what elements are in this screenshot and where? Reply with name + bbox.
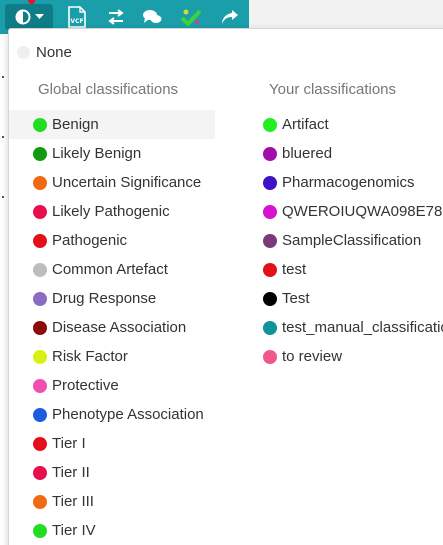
classification-color-dot [33, 117, 47, 132]
global-option-tier-ii[interactable]: Tier II [9, 458, 215, 487]
none-label: None [36, 43, 72, 61]
swap-button[interactable] [101, 4, 131, 30]
global-option-drug-response[interactable]: Drug Response [9, 284, 215, 313]
your-classifications-heading: Your classifications [269, 81, 397, 98]
classification-color-dot [33, 436, 47, 451]
comments-button[interactable] [137, 4, 167, 30]
validate-button[interactable] [176, 4, 206, 30]
your-option-test-manual-classification[interactable]: test_manual_classification [259, 313, 443, 342]
global-option-pathogenic[interactable]: Pathogenic [9, 226, 215, 255]
your-option-sampleclassification[interactable]: SampleClassification [259, 226, 443, 255]
your-option-pharmacogenomics[interactable]: Pharmacogenomics [259, 168, 443, 197]
your-option-test[interactable]: test [259, 255, 443, 284]
global-option-likely-benign[interactable]: Likely Benign [9, 139, 215, 168]
classification-color-dot [263, 146, 277, 161]
caret-down-icon [34, 14, 44, 19]
none-color-dot [17, 45, 30, 59]
classification-color-dot [33, 233, 47, 248]
classification-color-dot [263, 349, 277, 364]
your-option-to-review[interactable]: to review [259, 342, 443, 371]
vcf-label: VCF [70, 18, 83, 25]
page: VCF None Global classifications Your cla… [0, 0, 443, 545]
background-tick [2, 76, 4, 78]
your-option-qweroiuqwa098e78[interactable]: QWEROIUQWA098E78 [259, 197, 443, 226]
classification-color-dot [33, 378, 47, 393]
classification-label: Artifact [282, 116, 329, 133]
classification-color-dot [33, 494, 47, 509]
global-option-benign[interactable]: Benign [9, 110, 215, 139]
global-option-disease-association[interactable]: Disease Association [9, 313, 215, 342]
comments-icon [143, 10, 162, 23]
global-option-common-artefact[interactable]: Common Artefact [9, 255, 215, 284]
global-option-phenotype-association[interactable]: Phenotype Association [9, 400, 215, 429]
share-forward-icon [222, 10, 238, 24]
your-classifications-list: Artifact bluered Pharmacogenomics QWEROIUQW… [259, 110, 443, 371]
classification-color-dot [263, 320, 277, 335]
your-option-bluered[interactable]: bluered [259, 139, 443, 168]
classification-none-option[interactable]: None [17, 42, 72, 62]
classification-label: Tier III [52, 493, 94, 510]
global-option-risk-factor[interactable]: Risk Factor [9, 342, 215, 371]
global-option-tier-iii[interactable]: Tier III [9, 487, 215, 516]
classification-dropdown-button[interactable] [5, 4, 53, 30]
vcf-file-icon: VCF [68, 6, 86, 28]
classification-color-dot [33, 465, 47, 480]
classification-color-dot [33, 262, 47, 277]
classification-color-dot [263, 204, 277, 219]
global-option-tier-i[interactable]: Tier I [9, 429, 215, 458]
global-classifications-heading: Global classifications [38, 81, 179, 98]
background-tick [2, 136, 4, 138]
classification-color-dot [263, 233, 277, 248]
classification-dropdown-menu: None Global classifications Your classif… [8, 28, 443, 545]
classification-label: Pharmacogenomics [282, 174, 415, 191]
classification-label: to review [282, 348, 343, 365]
classification-icon [15, 9, 30, 25]
classification-color-dot [263, 291, 277, 306]
classification-color-dot [33, 407, 47, 422]
classification-color-dot [263, 262, 277, 277]
classification-label: Phenotype Association [52, 406, 204, 423]
classification-color-dot [33, 146, 47, 161]
background-tick [2, 196, 4, 198]
classification-label: Likely Benign [52, 145, 142, 162]
classification-color-dot [33, 523, 47, 538]
classification-label: test_manual_classification [282, 319, 443, 336]
classification-color-dot [33, 349, 47, 364]
classification-color-dot [263, 175, 277, 190]
global-option-tier-iv[interactable]: Tier IV [9, 516, 215, 545]
share-button[interactable] [215, 4, 245, 30]
classification-label: bluered [282, 145, 333, 162]
classification-color-dot [33, 291, 47, 306]
classification-label: test [282, 261, 307, 278]
classification-label: Benign [52, 116, 99, 133]
classification-label: Tier IV [52, 522, 96, 539]
classification-label: Common Artefact [52, 261, 168, 278]
classification-label: Risk Factor [52, 348, 128, 365]
green-check-icon [180, 9, 202, 26]
classification-label: Disease Association [52, 319, 187, 336]
classification-label: Test [282, 290, 310, 307]
classification-color-dot [33, 204, 47, 219]
vcf-export-button[interactable]: VCF [62, 4, 92, 30]
your-option-test[interactable]: Test [259, 284, 443, 313]
classification-color-dot [33, 175, 47, 190]
classification-color-dot [263, 117, 277, 132]
classification-label: QWEROIUQWA098E78 [282, 203, 443, 220]
classification-label: Tier I [52, 435, 86, 452]
swap-arrows-icon [108, 9, 124, 25]
global-option-protective[interactable]: Protective [9, 371, 215, 400]
classification-color-dot [33, 320, 47, 335]
global-option-likely-pathogenic[interactable]: Likely Pathogenic [9, 197, 215, 226]
your-option-artifact[interactable]: Artifact [259, 110, 443, 139]
classification-label: SampleClassification [282, 232, 422, 249]
classification-label: Likely Pathogenic [52, 203, 170, 220]
global-option-uncertain-significance[interactable]: Uncertain Significance [9, 168, 215, 197]
classification-label: Protective [52, 377, 119, 394]
classification-label: Pathogenic [52, 232, 128, 249]
classification-label: Tier II [52, 464, 90, 481]
classification-label: Drug Response [52, 290, 157, 307]
classification-label: Uncertain Significance [52, 174, 202, 191]
global-classifications-list: Benign Likely Benign Uncertain Significanc… [9, 110, 215, 545]
